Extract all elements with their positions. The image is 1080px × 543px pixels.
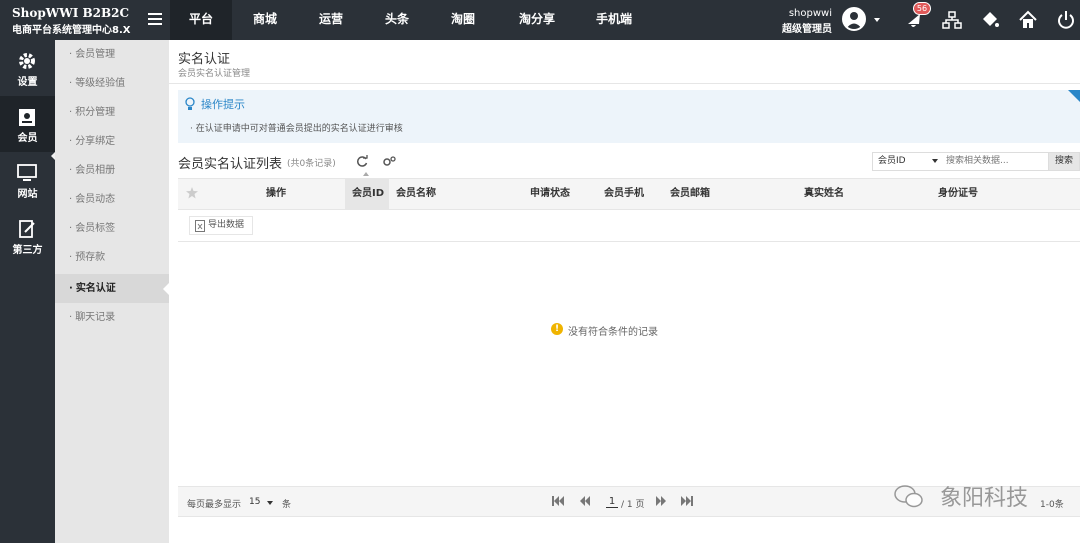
subbar-item-chat-log[interactable]: 聊天记录 <box>55 303 169 332</box>
page-title: 实名认证 <box>178 52 231 67</box>
sitemap-icon[interactable] <box>942 10 962 30</box>
subbar-item-deposit[interactable]: 预存款 <box>55 243 169 272</box>
column-header-id-number[interactable]: 身份证号 <box>938 179 978 209</box>
top-nav-platform[interactable]: 平台 <box>170 0 232 40</box>
paint-bucket-icon[interactable] <box>980 10 1000 30</box>
page-size-unit: 条 <box>282 500 292 510</box>
sub-sidebar: 会员管理 等级经验值 积分管理 分享绑定 会员相册 会员动态 会员标签 预存款 … <box>55 40 169 543</box>
iconbar-item-third-party[interactable]: 第三方 <box>0 208 55 264</box>
subbar-item-points[interactable]: 积分管理 <box>55 98 169 127</box>
sort-indicator <box>363 172 369 176</box>
current-page-input[interactable]: 1 <box>606 496 618 508</box>
iconbar-item-member[interactable]: 会员 <box>0 96 55 152</box>
warning-icon: ! <box>551 323 563 335</box>
user-menu[interactable]: shopwwi 超级管理员 <box>760 0 890 40</box>
avatar[interactable] <box>842 7 866 31</box>
subbar-item-share-binding[interactable]: 分享绑定 <box>55 127 169 156</box>
chevron-down-icon[interactable] <box>267 501 273 505</box>
iconbar-label: 第三方 <box>12 245 43 256</box>
column-header-email[interactable]: 会员邮箱 <box>670 179 710 209</box>
menu-toggle-icon[interactable] <box>148 13 162 25</box>
empty-message: ! 没有符合条件的记录 <box>551 323 658 338</box>
top-bar: ShopWWI B2B2C 电商平台系统管理中心8.X 平台 商城 运营 头条 … <box>0 0 1080 40</box>
star-icon[interactable] <box>186 187 198 199</box>
main-content: 实名认证 会员实名认证管理 操作提示 在认证申请中可对普通会员提出的实名认证进行… <box>169 40 1080 543</box>
page-subtitle: 会员实名认证管理 <box>178 69 251 79</box>
first-page-icon[interactable] <box>552 496 564 506</box>
export-button[interactable]: 导出数据 <box>189 216 253 235</box>
subbar-item-levels[interactable]: 等级经验值 <box>55 69 169 98</box>
table-header: 操作 会员ID 会员名称 申请状态 会员手机 会员邮箱 真实姓名 身份证号 <box>178 178 1080 210</box>
subbar-item-members[interactable]: 会员管理 <box>55 40 169 69</box>
next-page-icon[interactable] <box>655 496 667 506</box>
top-nav-circle[interactable]: 淘圈 <box>430 0 496 40</box>
column-header-member-id[interactable]: 会员ID <box>345 179 389 209</box>
iconbar-item-settings[interactable]: 设置 <box>0 40 55 96</box>
subbar-item-activity[interactable]: 会员动态 <box>55 185 169 214</box>
iconbar-label: 会员 <box>17 133 38 144</box>
website-icon <box>17 164 37 181</box>
column-header-phone[interactable]: 会员手机 <box>604 179 644 209</box>
search-input[interactable]: 搜索相关数据... <box>941 152 1049 171</box>
last-page-icon[interactable] <box>681 496 693 506</box>
subbar-item-verification[interactable]: 实名认证 <box>55 274 169 303</box>
top-nav: 平台 商城 运营 头条 淘圈 淘分享 手机端 <box>170 0 650 40</box>
chevron-down-icon <box>932 159 938 163</box>
chevron-down-icon[interactable] <box>874 18 880 22</box>
lightbulb-icon <box>185 97 195 110</box>
page-size-label: 每页最多显示 <box>187 500 242 510</box>
collapse-corner[interactable] <box>1068 90 1080 102</box>
column-header-member-name[interactable]: 会员名称 <box>396 179 436 209</box>
record-count: (共0条记录) <box>287 159 336 169</box>
prev-page-icon[interactable] <box>579 496 591 506</box>
settings-icon[interactable] <box>383 156 396 167</box>
tips-text: 在认证申请中可对普通会员提出的实名认证进行审核 <box>190 121 403 134</box>
divider <box>169 83 1080 84</box>
total-pages: / 1 页 <box>621 500 645 510</box>
gear-icon <box>19 53 35 69</box>
wechat-logo-icon <box>894 485 923 508</box>
power-icon[interactable] <box>1056 10 1076 30</box>
column-header-real-name[interactable]: 真实姓名 <box>804 179 844 209</box>
export-label: 导出数据 <box>208 220 245 230</box>
column-header-actions: 操作 <box>266 188 286 199</box>
list-title: 会员实名认证列表 <box>178 157 283 172</box>
top-nav-share[interactable]: 淘分享 <box>496 0 578 40</box>
page-size-select[interactable]: 15 <box>249 497 260 507</box>
iconbar-label: 设置 <box>17 77 38 88</box>
brand: ShopWWI B2B2C 电商平台系统管理中心8.X <box>0 0 170 40</box>
table-toolbar: 导出数据 <box>178 210 1080 242</box>
top-nav-headline[interactable]: 头条 <box>364 0 430 40</box>
watermark-text: 象阳科技 <box>940 486 1029 511</box>
column-header-status[interactable]: 申请状态 <box>530 179 570 209</box>
iconbar-item-website[interactable]: 网站 <box>0 152 55 208</box>
icon-sidebar: 设置 会员 网站 第三方 <box>0 40 56 543</box>
search-button[interactable]: 搜索 <box>1048 152 1080 171</box>
export-icon <box>195 220 205 232</box>
iconbar-label: 网站 <box>17 189 38 200</box>
empty-message-text: 没有符合条件的记录 <box>568 327 658 338</box>
home-icon[interactable] <box>1018 10 1038 30</box>
subbar-item-tags[interactable]: 会员标签 <box>55 214 169 243</box>
top-nav-mobile[interactable]: 手机端 <box>578 0 650 40</box>
top-nav-mall[interactable]: 商城 <box>232 0 298 40</box>
brand-subtitle: 电商平台系统管理中心8.X <box>12 25 131 36</box>
third-party-icon <box>19 220 35 238</box>
member-icon <box>19 109 35 126</box>
subbar-item-albums[interactable]: 会员相册 <box>55 156 169 185</box>
brand-title: ShopWWI B2B2C <box>12 6 130 20</box>
refresh-icon[interactable] <box>356 155 368 167</box>
user-name: shopwwi <box>788 8 832 19</box>
tips-panel: 操作提示 在认证申请中可对普通会员提出的实名认证进行审核 <box>178 90 1080 143</box>
notification-badge: 56 <box>913 2 931 15</box>
top-nav-operation[interactable]: 运营 <box>298 0 364 40</box>
tips-title[interactable]: 操作提示 <box>201 96 245 112</box>
user-role: 超级管理员 <box>782 24 832 35</box>
record-range: 1-0条 <box>1040 500 1064 510</box>
